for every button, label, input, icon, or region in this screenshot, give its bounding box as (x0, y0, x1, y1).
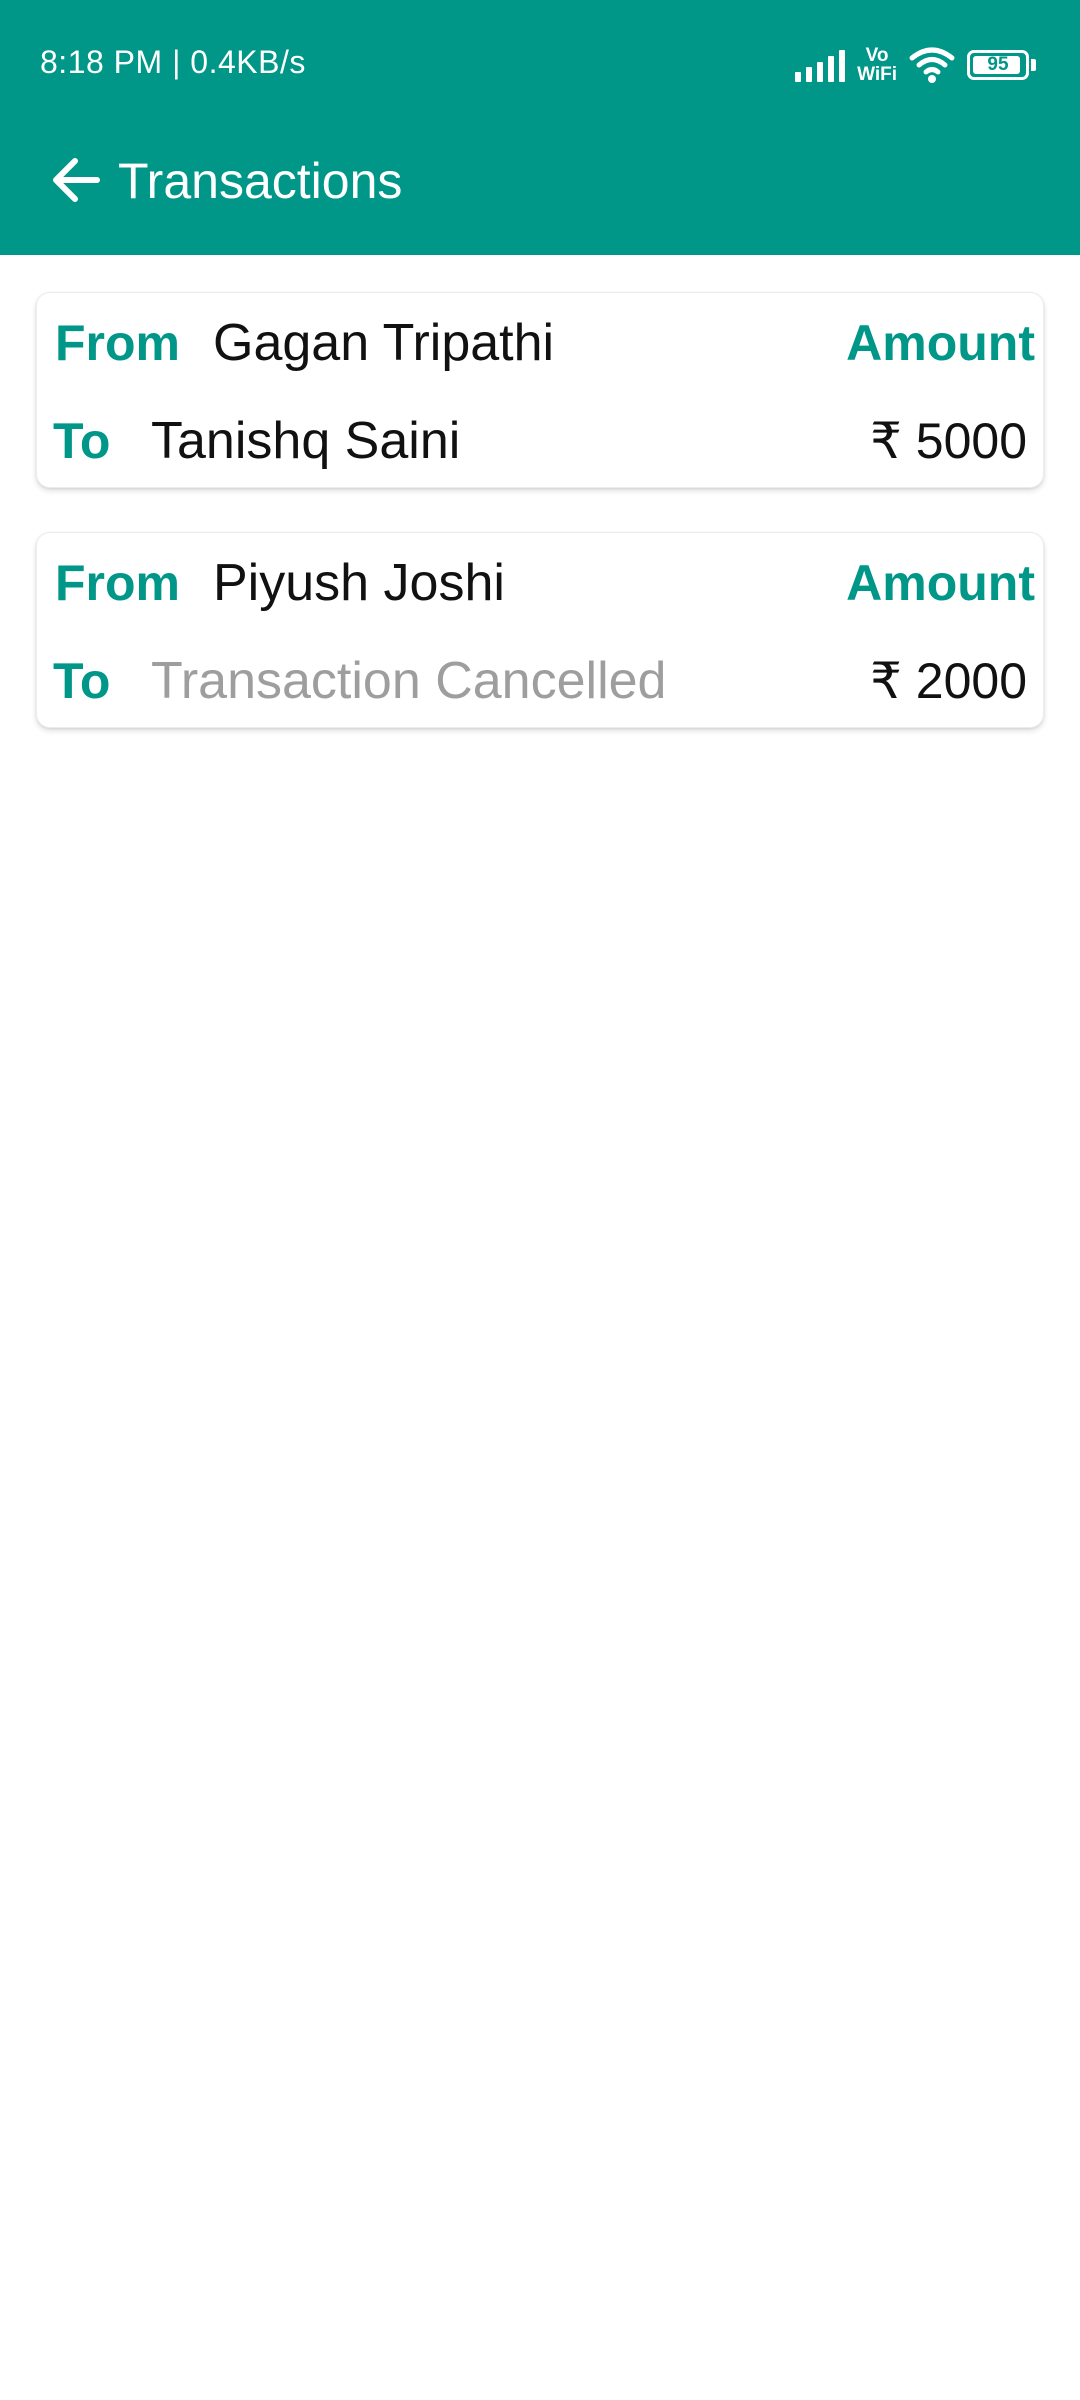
to-row: To Transaction Cancelled ₹ 2000 (37, 651, 1043, 711)
app-bar: 8:18 PM | 0.4KB/s Vo WiFi 95 Transaction… (0, 0, 1080, 255)
to-row: To Tanishq Saini ₹ 5000 (37, 411, 1043, 471)
amount-label: Amount (846, 555, 1035, 611)
vowifi-icon: Vo WiFi (857, 46, 897, 84)
arrow-left-icon (53, 158, 100, 202)
from-label: From (55, 555, 180, 611)
amount-label: Amount (846, 315, 1035, 371)
from-label: From (55, 315, 180, 371)
transaction-card[interactable]: From Gagan Tripathi Amount To Tanishq Sa… (36, 292, 1044, 488)
to-name-cancelled: Transaction Cancelled (151, 652, 667, 710)
amount-value: ₹ 5000 (870, 413, 1027, 469)
transaction-card[interactable]: From Piyush Joshi Amount To Transaction … (36, 532, 1044, 728)
to-label: To (53, 653, 111, 709)
signal-icon (795, 48, 846, 82)
from-name: Piyush Joshi (213, 554, 505, 612)
from-row: From Piyush Joshi Amount (37, 553, 1043, 613)
vowifi-line2: WiFi (857, 64, 897, 85)
page-title: Transactions (118, 153, 403, 209)
vowifi-line1: Vo (865, 45, 889, 66)
battery-icon: 95 (967, 50, 1029, 80)
battery-level: 95 (987, 54, 1009, 75)
to-name: Tanishq Saini (151, 412, 461, 470)
transaction-list: From Gagan Tripathi Amount To Tanishq Sa… (36, 292, 1044, 772)
from-name: Gagan Tripathi (213, 314, 555, 372)
wifi-icon (909, 47, 955, 83)
status-time: 8:18 PM | 0.4KB/s (40, 44, 306, 80)
back-button[interactable] (46, 150, 106, 210)
from-row: From Gagan Tripathi Amount (37, 313, 1043, 373)
amount-value: ₹ 2000 (870, 653, 1027, 709)
to-label: To (53, 413, 111, 469)
battery-cap (1031, 59, 1036, 71)
status-icons: Vo WiFi 95 (795, 40, 1036, 90)
